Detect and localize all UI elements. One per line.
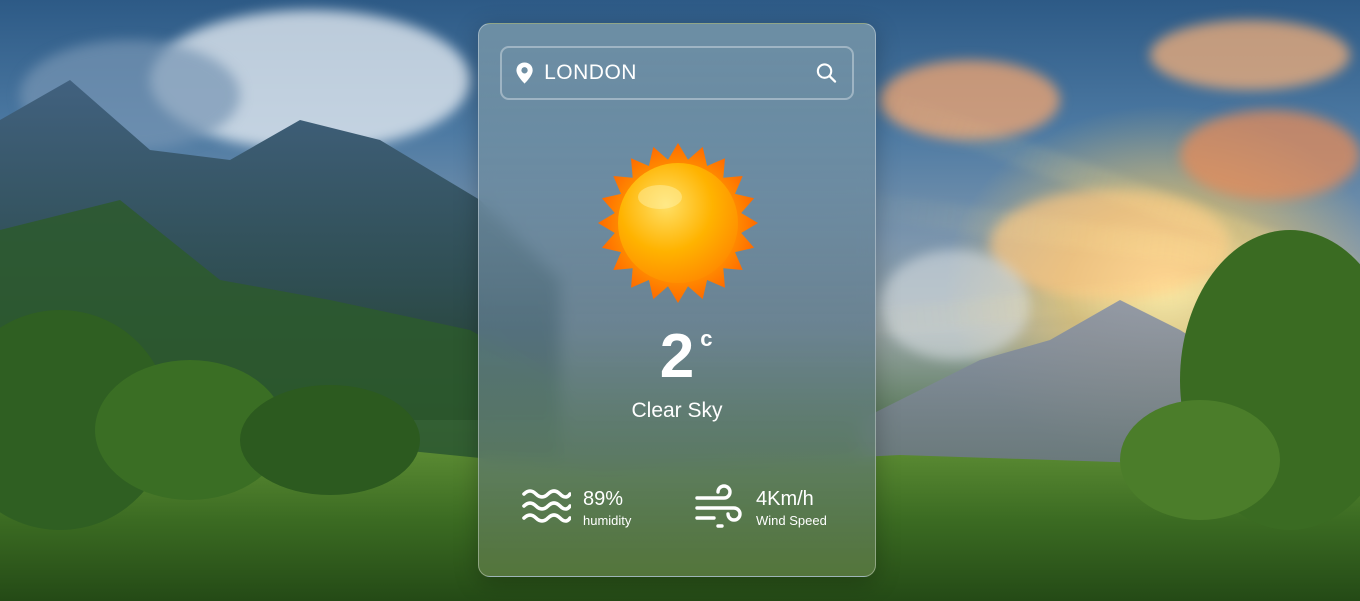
waves-icon: [522, 489, 571, 523]
temperature-value: 2c: [659, 322, 713, 391]
sun-icon: [598, 143, 758, 303]
humidity-value: 89%: [583, 488, 624, 510]
wind-value: 4Km/h: [756, 488, 814, 510]
background-landscape: 2c Clear Sky 89% humidity 4Km/h: [0, 0, 1360, 601]
location-pin-icon: [516, 62, 533, 84]
wind-icon: [695, 484, 742, 528]
humidity-label: humidity: [583, 513, 632, 528]
search-bar[interactable]: [500, 46, 854, 100]
wind-stat: 4Km/h Wind Speed: [694, 484, 827, 532]
humidity-stat: 89% humidity: [521, 484, 631, 532]
search-icon[interactable]: [815, 61, 838, 85]
wind-label: Wind Speed: [756, 513, 827, 528]
temperature-unit: c: [700, 326, 713, 351]
temperature-block: 2c: [479, 322, 875, 392]
weather-card: 2c Clear Sky 89% humidity 4Km/h: [478, 23, 876, 577]
weather-condition: Clear Sky: [631, 399, 723, 422]
location-input[interactable]: [534, 53, 816, 93]
